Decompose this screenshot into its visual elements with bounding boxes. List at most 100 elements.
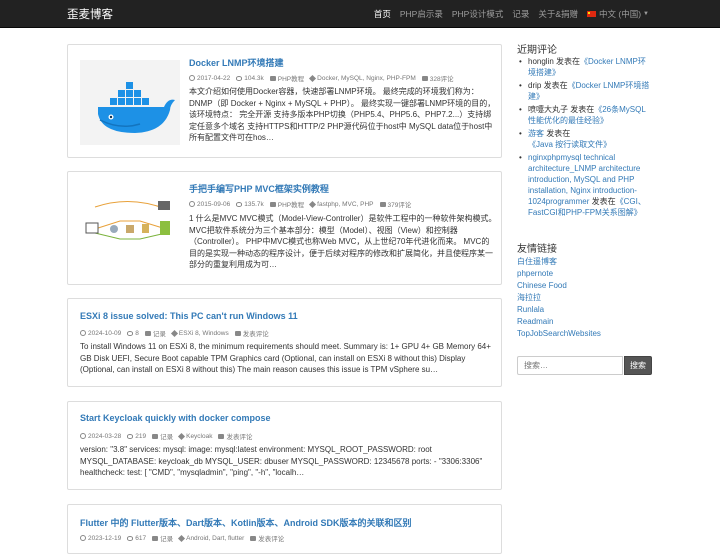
nav-about-donate[interactable]: 关于&捐赠 (538, 8, 578, 20)
post-comments[interactable]: 发表评论 (243, 328, 269, 338)
list-item: honglin 发表在《Docker LNMP环境搭建》 (517, 56, 652, 78)
comment-author: 喷嚏大丸子 (528, 105, 568, 114)
nav-php-patterns[interactable]: PHP设计模式 (452, 8, 503, 20)
friend-link[interactable]: TopJobSearchWebsites (517, 329, 601, 338)
main-nav: 首页 PHP启示录 PHP设计模式 记录 关于&捐赠 中文 (中国) ▼ (365, 0, 649, 28)
docker-whale-image (80, 60, 180, 145)
navbar: 歪麦博客 首页 PHP启示录 PHP设计模式 记录 关于&捐赠 中文 (中国) … (0, 0, 720, 28)
post-card: ESXi 8 issue solved: This PC can't run W… (67, 298, 502, 387)
comment-author-link[interactable]: 游客 (528, 129, 544, 138)
comment-post-link[interactable]: 《Java 按行读取文件》 (528, 140, 611, 149)
post-category[interactable]: 记录 (160, 431, 173, 441)
post-category[interactable]: PHP教程 (278, 199, 304, 209)
site-brand[interactable]: 歪麦博客 (67, 6, 113, 22)
post-meta: 2017-04-22 104.3k PHP教程 Docker, MySQL, N… (189, 73, 456, 83)
post-title-link[interactable]: 手把手编写PHP MVC框架实例教程 (189, 182, 329, 195)
caret-down-icon: ▼ (643, 11, 649, 17)
post-excerpt: version: "3.8" services: mysql: image: m… (80, 445, 483, 477)
mvc-diagram-image (80, 187, 180, 272)
nav-home[interactable]: 首页 (374, 8, 391, 20)
post-category[interactable]: 记录 (160, 533, 173, 543)
post-excerpt: To install Windows 11 on ESXi 8, the min… (80, 342, 491, 374)
clock-icon (80, 330, 86, 336)
comment-icon (218, 433, 225, 439)
post-card: Docker LNMP环境搭建 2017-04-22 104.3k PHP教程 … (67, 44, 502, 158)
post-category[interactable]: 记录 (153, 328, 166, 338)
friend-link[interactable]: phpernote (517, 269, 553, 278)
friend-link[interactable]: 白住遥博客 (517, 257, 557, 266)
comment-author: honglin (528, 57, 554, 66)
comment-icon (421, 75, 428, 81)
friend-link[interactable]: 海拉拉 (517, 293, 541, 302)
search-button[interactable]: 搜索 (624, 356, 652, 375)
post-date: 2023-12-19 (88, 534, 122, 542)
comment-verb: 发表在 (570, 105, 595, 114)
post-views: 617 (135, 534, 147, 542)
post-views: 104.3k (244, 74, 264, 82)
post-title-link[interactable]: Docker LNMP环境搭建 (189, 56, 284, 69)
post-title-link[interactable]: Flutter 中的 Flutter版本、Dart版本、Kotlin版本、And… (80, 516, 412, 529)
post-tags[interactable]: Docker, MySQL, Nginx, PHP-FPM (317, 75, 416, 82)
list-item: 游客 发表在《Java 按行读取文件》 (517, 128, 652, 150)
list-item: nginxphpmysql technical architecture_LNM… (517, 152, 652, 218)
post-card: 手把手编写PHP MVC框架实例教程 2015-09-06 135.7k PHP… (67, 171, 502, 285)
post-meta: 2024-03-28 219 记录 Keycloak 发表评论 (80, 431, 254, 441)
post-comments[interactable]: 379评论 (388, 199, 412, 209)
post-meta: 2015-09-06 135.7k PHP教程 fastphp, MVC, PH… (189, 199, 413, 209)
friend-links-list: 白住遥博客 phpernote Chinese Food 海拉拉 Runlala… (517, 256, 601, 340)
post-date: 2017-04-22 (197, 74, 231, 82)
comment-verb: 发表在 (546, 129, 571, 138)
post-category[interactable]: PHP教程 (278, 73, 304, 83)
nav-notes[interactable]: 记录 (512, 8, 529, 20)
post-excerpt: 本文介绍如何使用Docker容器，快速部署LNMP环境。 最终完成的环境我们称为… (189, 87, 496, 142)
post-title-link[interactable]: Start Keycloak quickly with docker compo… (80, 413, 271, 423)
language-dropdown[interactable]: 中文 (中国) ▼ (587, 8, 649, 20)
post-views: 8 (135, 329, 139, 337)
post-card: Flutter 中的 Flutter版本、Dart版本、Kotlin版本、And… (67, 504, 502, 554)
tag-icon (309, 200, 317, 208)
post-tags[interactable]: fastphp, MVC, PHP (317, 201, 373, 208)
post-date: 2015-09-06 (197, 200, 231, 208)
post-views: 219 (135, 432, 147, 440)
post-tags[interactable]: ESXi 8, Windows (179, 330, 229, 337)
friend-link[interactable]: Runlala (517, 305, 544, 314)
language-label: 中文 (中国) (599, 9, 642, 19)
clock-icon (80, 433, 86, 439)
post-card: Start Keycloak quickly with docker compo… (67, 401, 502, 490)
post-comments[interactable]: 发表评论 (258, 533, 284, 543)
recent-comments-heading: 近期评论 (517, 45, 557, 56)
post-date: 2024-10-09 (88, 329, 122, 337)
post-views: 135.7k (244, 200, 264, 208)
eye-icon (127, 330, 134, 336)
post-comments[interactable]: 328评论 (430, 73, 454, 83)
eye-icon (236, 201, 243, 207)
post-tags[interactable]: Keycloak (186, 433, 212, 440)
comment-icon (234, 330, 241, 336)
recent-comments-list: honglin 发表在《Docker LNMP环境搭建》 drip 发表在《Do… (517, 56, 652, 220)
post-meta: 2023-12-19 617 记录 Android, Dart, flutter… (80, 533, 286, 543)
friend-link[interactable]: Readmain (517, 317, 553, 326)
post-title-link[interactable]: ESXi 8 issue solved: This PC can't run W… (80, 311, 298, 321)
tag-icon (178, 432, 186, 440)
folder-icon (152, 433, 159, 439)
comment-verb: 发表在 (591, 197, 616, 206)
post-date: 2024-03-28 (88, 432, 122, 440)
clock-icon (189, 201, 195, 207)
comment-icon (379, 201, 386, 207)
comment-verb: 发表在 (543, 81, 568, 90)
tag-icon (178, 534, 186, 542)
friend-links-heading: 友情链接 (517, 244, 557, 255)
clock-icon (189, 75, 195, 81)
friend-link[interactable]: Chinese Food (517, 281, 567, 290)
post-meta: 2024-10-09 8 记录 ESXi 8, Windows 发表评论 (80, 328, 271, 338)
post-comments[interactable]: 发表评论 (226, 431, 252, 441)
list-item: drip 发表在《Docker LNMP环境搭建》 (517, 80, 652, 102)
search-input[interactable] (517, 356, 623, 375)
folder-icon (144, 330, 151, 336)
eye-icon (236, 75, 243, 81)
clock-icon (80, 535, 86, 541)
nav-php-revelation[interactable]: PHP启示录 (400, 8, 443, 20)
post-excerpt: 1 什么是MVC MVC模式（Model-View-Controller）是软件… (189, 214, 497, 269)
folder-icon (269, 201, 276, 207)
post-tags[interactable]: Android, Dart, flutter (186, 535, 244, 542)
